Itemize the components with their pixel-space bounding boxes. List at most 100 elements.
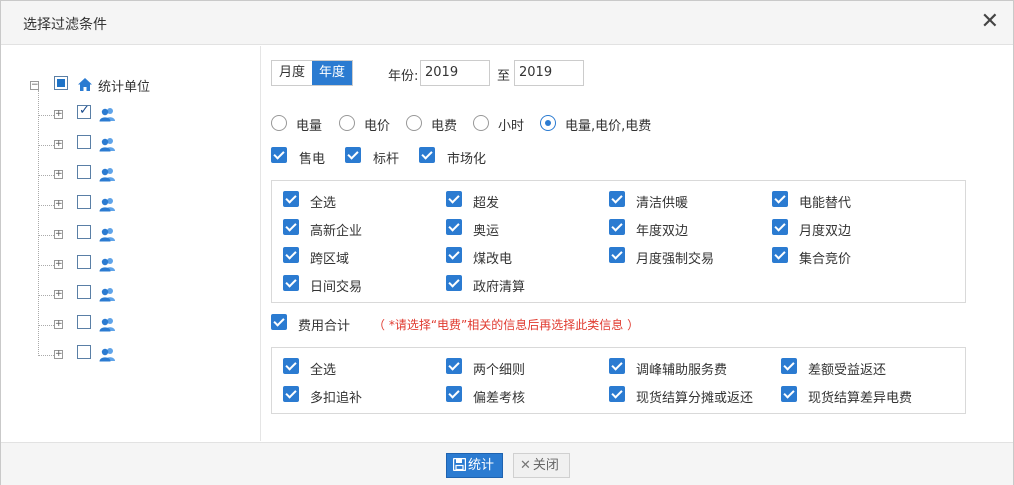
expand-icon[interactable]: + (54, 170, 63, 179)
to-label: 至 (497, 69, 511, 84)
filter-panel: 月度 年度 年份: 2019 至 2019 电量 电价 电费 小时 电量,电价,电费 售… (271, 46, 971, 441)
user-group-icon (99, 318, 115, 332)
fee-item-label: 差额受益返还 (808, 363, 887, 378)
tab-monthly[interactable]: 月度 (272, 61, 312, 85)
market-type-label: 超发 (473, 196, 500, 211)
market-type-label: 电能替代 (799, 196, 852, 211)
root-checkbox[interactable] (54, 76, 68, 90)
fee-item-label: 现货结算分摊或返还 (636, 391, 754, 406)
metric-radio[interactable] (339, 115, 355, 131)
market-type-label: 清洁供暖 (636, 196, 689, 211)
metric-radio-label: 电费 (431, 119, 458, 134)
market-type-label: 集合竞价 (799, 252, 852, 267)
save-icon (452, 457, 467, 472)
market-type-checkbox[interactable] (446, 191, 462, 207)
unit-checkbox[interactable] (77, 225, 91, 239)
market-type-checkbox[interactable] (446, 275, 462, 291)
fee-item-checkbox[interactable] (781, 358, 797, 374)
market-type-group: 全选 超发 清洁供暖 电能替代 高新企业 奥运 年度双边 月度双边 跨区域 煤改电 月度强制交易 集合… (271, 180, 966, 303)
market-type-checkbox[interactable] (446, 247, 462, 263)
category-checkbox[interactable] (419, 147, 435, 163)
unit-checkbox[interactable] (77, 345, 91, 359)
fee-item-label: 两个细则 (473, 363, 526, 378)
unit-checkbox[interactable] (77, 135, 91, 149)
metric-radio[interactable] (540, 115, 556, 131)
period-toggle: 月度 年度 (271, 60, 354, 86)
market-type-checkbox[interactable] (772, 247, 788, 263)
market-type-checkbox[interactable] (283, 247, 299, 263)
fee-item-checkbox[interactable] (609, 386, 625, 402)
tree-connector (38, 90, 39, 356)
market-type-checkbox[interactable] (283, 191, 299, 207)
market-type-label: 煤改电 (473, 252, 513, 267)
user-group-icon (99, 288, 115, 302)
home-icon (78, 78, 92, 91)
category-checkbox[interactable] (345, 147, 361, 163)
unit-checkbox[interactable] (77, 103, 91, 119)
unit-checkbox[interactable] (77, 255, 91, 269)
year-label: 年份: (388, 69, 419, 84)
market-type-checkbox[interactable] (283, 275, 299, 291)
close-x-icon: ✕ (520, 458, 531, 473)
tree-connector (39, 115, 54, 116)
tree-connector (39, 235, 54, 236)
fee-item-checkbox[interactable] (283, 386, 299, 402)
unit-tree: − 统计单位 + + + + + + + + + (3, 46, 261, 441)
market-type-label: 跨区域 (310, 252, 350, 267)
tab-yearly[interactable]: 年度 (312, 61, 353, 85)
category-checkbox[interactable] (271, 147, 287, 163)
expand-icon[interactable]: + (54, 110, 63, 119)
user-group-icon (99, 138, 115, 152)
market-type-label: 日间交易 (310, 280, 363, 295)
market-type-checkbox[interactable] (772, 191, 788, 207)
user-group-icon (99, 348, 115, 362)
market-type-label: 年度双边 (636, 224, 689, 239)
expand-icon[interactable]: + (54, 230, 63, 239)
close-icon[interactable]: ✕ (981, 11, 999, 33)
fee-item-checkbox[interactable] (283, 358, 299, 374)
market-type-label: 月度强制交易 (636, 252, 715, 267)
market-type-checkbox[interactable] (283, 219, 299, 235)
stat-button-label: 统计 (468, 458, 495, 473)
fee-item-checkbox[interactable] (446, 386, 462, 402)
unit-checkbox[interactable] (77, 315, 91, 329)
fee-item-checkbox[interactable] (781, 386, 797, 402)
stat-button[interactable]: 统计 (446, 453, 503, 478)
user-group-icon (99, 198, 115, 212)
metric-radio[interactable] (473, 115, 489, 131)
fee-item-label: 全选 (310, 363, 337, 378)
collapse-icon[interactable]: − (30, 81, 39, 90)
year-from-input[interactable]: 2019 (420, 60, 490, 86)
fee-item-checkbox[interactable] (446, 358, 462, 374)
close-button[interactable]: ✕ 关闭 (513, 453, 570, 478)
metric-radio-label: 小时 (498, 119, 525, 134)
dialog-footer: 统计 ✕ 关闭 (1, 442, 1013, 485)
metric-radio[interactable] (271, 115, 287, 131)
unit-checkbox[interactable] (77, 285, 91, 299)
market-type-label: 政府清算 (473, 280, 526, 295)
metric-radio-label: 电量 (296, 119, 323, 134)
expand-icon[interactable]: + (54, 290, 63, 299)
expand-icon[interactable]: + (54, 200, 63, 209)
user-group-icon (99, 108, 115, 122)
expand-icon[interactable]: + (54, 320, 63, 329)
unit-checkbox[interactable] (77, 195, 91, 209)
market-type-checkbox[interactable] (772, 219, 788, 235)
metric-radio[interactable] (406, 115, 422, 131)
fee-total-checkbox[interactable] (271, 314, 287, 330)
market-type-checkbox[interactable] (446, 219, 462, 235)
market-type-checkbox[interactable] (609, 191, 625, 207)
fee-item-label: 多扣追补 (310, 391, 363, 406)
expand-icon[interactable]: + (54, 350, 63, 359)
market-type-checkbox[interactable] (609, 247, 625, 263)
unit-checkbox[interactable] (77, 165, 91, 179)
year-to-input[interactable]: 2019 (514, 60, 584, 86)
expand-icon[interactable]: + (54, 260, 63, 269)
category-label: 标杆 (373, 152, 400, 167)
market-type-checkbox[interactable] (609, 219, 625, 235)
fee-item-checkbox[interactable] (609, 358, 625, 374)
fee-note: （ *请选择“电费”相关的信息后再选择此类信息 ） (373, 318, 640, 332)
fee-item-group: 全选 两个细则 调峰辅助服务费 差额受益返还 多扣追补 偏差考核 现货结算分摊或返还 现货结算… (271, 347, 966, 414)
expand-icon[interactable]: + (54, 140, 63, 149)
tree-connector (39, 265, 54, 266)
